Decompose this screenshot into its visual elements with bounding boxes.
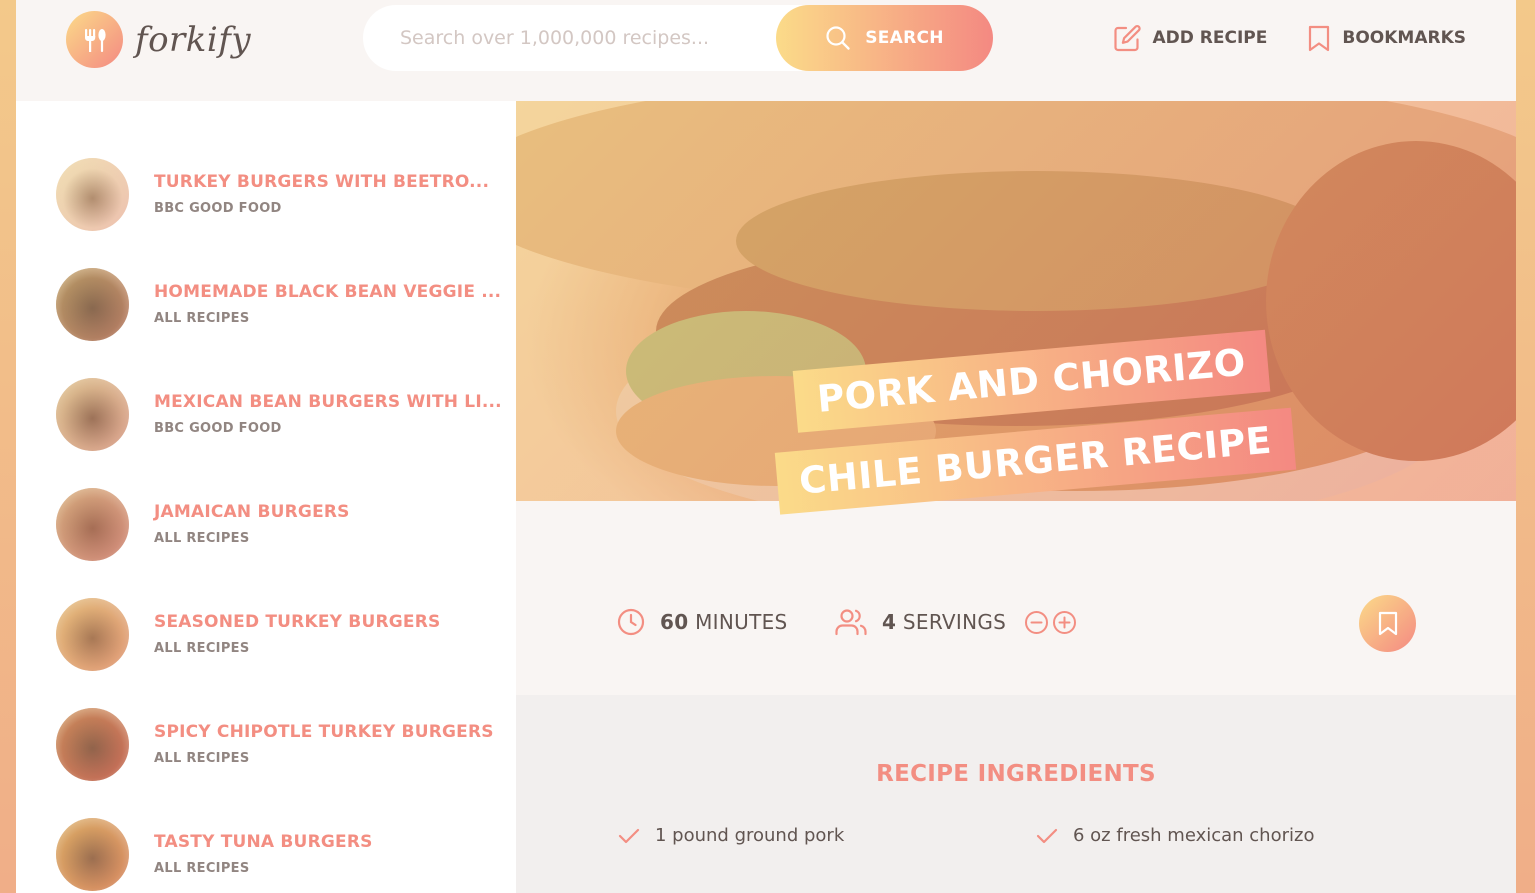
search-results: TURKEY BURGERS WITH BEETRO... BBC GOOD F… bbox=[16, 101, 516, 893]
servings-value: 4 bbox=[882, 610, 897, 634]
result-item[interactable]: TURKEY BURGERS WITH BEETRO... BBC GOOD F… bbox=[56, 157, 496, 231]
header: forkify SEARCH ADD RECIPE bbox=[16, 0, 1516, 101]
fork-knife-icon bbox=[66, 11, 123, 68]
ingredient-item: 6 oz fresh mexican chorizo bbox=[1036, 825, 1314, 846]
ingredient-text: 6 oz fresh mexican chorizo bbox=[1073, 825, 1315, 846]
result-publisher: ALL RECIPES bbox=[154, 310, 250, 326]
recipe-thumbnail bbox=[56, 817, 129, 891]
result-publisher: ALL RECIPES bbox=[154, 530, 250, 546]
result-item[interactable]: SPICY CHIPOTLE TURKEY BURGERS ALL RECIPE… bbox=[56, 707, 496, 781]
search-input[interactable] bbox=[400, 27, 770, 49]
result-publisher: BBC GOOD FOOD bbox=[154, 200, 282, 216]
result-publisher: ALL RECIPES bbox=[154, 750, 250, 766]
ingredient-item: 1 pound ground pork bbox=[618, 825, 844, 846]
bookmark-icon bbox=[1309, 25, 1330, 51]
check-icon bbox=[1036, 828, 1058, 843]
result-publisher: ALL RECIPES bbox=[154, 860, 250, 876]
servings-label: SERVINGS bbox=[902, 610, 1007, 634]
recipe-thumbnail bbox=[56, 707, 129, 781]
increase-servings-button[interactable] bbox=[1052, 610, 1077, 635]
recipe-title: PORK AND CHORIZO CHILE BURGER RECIPE bbox=[768, 329, 1297, 583]
ingredient-text: 1 pound ground pork bbox=[655, 825, 845, 846]
app-container: forkify SEARCH ADD RECIPE bbox=[16, 0, 1516, 893]
search-form: SEARCH bbox=[363, 5, 993, 71]
result-item[interactable]: HOMEMADE BLACK BEAN VEGGIE ... ALL RECIP… bbox=[56, 267, 501, 341]
result-publisher: BBC GOOD FOOD bbox=[154, 420, 282, 436]
cooking-time: 60 MINUTES bbox=[616, 607, 788, 637]
decrease-servings-button[interactable] bbox=[1024, 610, 1049, 635]
add-recipe-button[interactable]: ADD RECIPE bbox=[1113, 20, 1268, 56]
result-publisher: ALL RECIPES bbox=[154, 640, 250, 656]
result-title: MEXICAN BEAN BURGERS WITH LI... bbox=[154, 392, 502, 413]
recipe-thumbnail bbox=[56, 597, 129, 671]
result-item[interactable]: JAMAICAN BURGERS ALL RECIPES bbox=[56, 487, 496, 561]
result-item[interactable]: MEXICAN BEAN BURGERS WITH LI... BBC GOOD… bbox=[56, 377, 502, 451]
recipe-thumbnail bbox=[56, 267, 129, 341]
edit-icon bbox=[1113, 24, 1141, 51]
header-nav: ADD RECIPE BOOKMARKS bbox=[1113, 20, 1466, 56]
minus-circle-icon bbox=[1025, 610, 1049, 634]
add-recipe-label: ADD RECIPE bbox=[1152, 28, 1268, 48]
result-item[interactable]: SEASONED TURKEY BURGERS ALL RECIPES bbox=[56, 597, 496, 671]
search-button[interactable]: SEARCH bbox=[776, 5, 993, 71]
bookmark-icon bbox=[1378, 611, 1397, 635]
logo[interactable]: forkify bbox=[66, 11, 251, 68]
result-title: HOMEMADE BLACK BEAN VEGGIE ... bbox=[154, 282, 502, 303]
users-icon bbox=[835, 609, 867, 636]
recipe-thumbnail bbox=[56, 487, 129, 561]
recipe-thumbnail bbox=[56, 377, 129, 451]
minutes-label: MINUTES bbox=[695, 610, 788, 634]
result-item[interactable]: TASTY TUNA BURGERS ALL RECIPES bbox=[56, 817, 496, 891]
result-title: SPICY CHIPOTLE TURKEY BURGERS bbox=[154, 722, 494, 743]
result-title: TURKEY BURGERS WITH BEETRO... bbox=[154, 172, 490, 193]
check-icon bbox=[618, 828, 640, 843]
bookmarks-label: BOOKMARKS bbox=[1342, 28, 1466, 48]
result-title: TASTY TUNA BURGERS bbox=[154, 832, 373, 853]
recipe-view: PORK AND CHORIZO CHILE BURGER RECIPE 60 … bbox=[516, 101, 1516, 893]
servings: 4 SERVINGS bbox=[834, 607, 1077, 637]
search-button-label: SEARCH bbox=[865, 28, 944, 48]
ingredients-heading: RECIPE INGREDIENTS bbox=[876, 761, 1156, 787]
bookmark-recipe-button[interactable] bbox=[1359, 595, 1416, 652]
minutes-value: 60 bbox=[660, 610, 689, 634]
clock-icon bbox=[617, 608, 645, 636]
result-title: SEASONED TURKEY BURGERS bbox=[154, 612, 441, 633]
recipe-thumbnail bbox=[56, 157, 129, 231]
bookmarks-button[interactable]: BOOKMARKS bbox=[1307, 20, 1466, 56]
logo-text: forkify bbox=[135, 19, 252, 60]
plus-circle-icon bbox=[1053, 610, 1077, 634]
recipe-ingredients: RECIPE INGREDIENTS 1 pound ground pork 6… bbox=[516, 695, 1516, 893]
result-title: JAMAICAN BURGERS bbox=[154, 502, 350, 523]
search-icon bbox=[826, 26, 850, 50]
